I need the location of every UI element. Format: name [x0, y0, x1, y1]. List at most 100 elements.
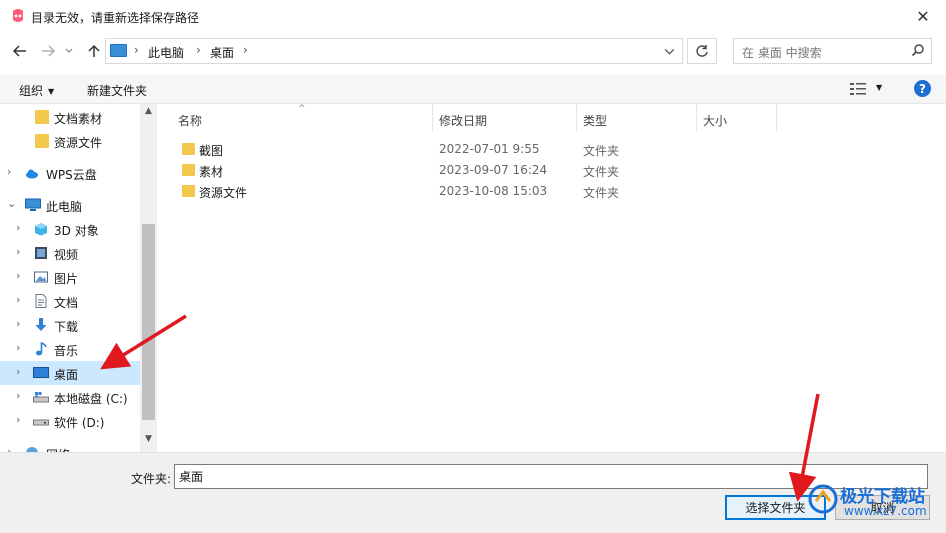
tree-item-label: 文档	[54, 296, 79, 310]
video-icon	[35, 247, 47, 259]
chevron-right-icon[interactable]: ›	[16, 341, 20, 354]
close-icon[interactable]: ✕	[900, 0, 946, 32]
file-name: 素材	[199, 165, 224, 179]
folder-field-label: 文件夹:	[131, 472, 172, 486]
search-input[interactable]: 在 桌面 中搜索	[733, 38, 932, 64]
file-type: 文件夹	[583, 165, 620, 179]
column-divider[interactable]	[776, 104, 777, 132]
breadcrumb-desktop[interactable]: 桌面	[210, 44, 234, 61]
folder-icon	[182, 185, 195, 197]
back-arrow-icon[interactable]	[9, 40, 31, 62]
breadcrumb-separator-icon: ›	[134, 43, 139, 57]
tree-item-wps-cloud[interactable]: › WPS云盘	[0, 161, 140, 185]
navigation-scrollbar[interactable]: ▲ ▼	[140, 104, 157, 452]
tree-item-music[interactable]: › 音乐	[0, 337, 140, 361]
navigation-pane: 文档素材 资源文件 › WPS云盘 ⌄ 此电脑 › 3D 对象 › 视频 › 图…	[0, 104, 158, 452]
tree-item-label: 图片	[54, 272, 79, 286]
drive-c-icon	[33, 392, 49, 403]
folder-icon	[182, 143, 195, 155]
tree-item-resource-files[interactable]: 资源文件	[0, 129, 140, 153]
chevron-right-icon[interactable]: ›	[7, 165, 11, 178]
tree-item-desktop[interactable]: › 桌面	[0, 361, 140, 385]
chevron-right-icon[interactable]: ›	[7, 445, 11, 452]
tree-item-label: 下载	[54, 320, 79, 334]
file-type: 文件夹	[583, 144, 620, 158]
view-options-caret-icon[interactable]: ▼	[876, 83, 882, 92]
tree-item-pictures[interactable]: › 图片	[0, 265, 140, 289]
column-header-size[interactable]: 大小	[703, 112, 727, 129]
column-header-name[interactable]: 名称	[178, 112, 202, 129]
tree-item-label: 资源文件	[54, 136, 103, 150]
file-row[interactable]: 截图 2022-07-01 9:55 文件夹	[174, 139, 634, 160]
desktop-icon	[33, 367, 49, 378]
scroll-down-icon[interactable]: ▼	[140, 434, 157, 450]
recent-locations-chevron-icon[interactable]	[62, 40, 76, 62]
chevron-right-icon[interactable]: ›	[16, 269, 20, 282]
watermark-url: www.xz7.com	[844, 504, 927, 518]
chevron-right-icon[interactable]: ›	[16, 365, 20, 378]
file-row[interactable]: 素材 2023-09-07 16:24 文件夹	[174, 160, 634, 181]
new-folder-button[interactable]: 新建文件夹	[87, 82, 147, 99]
file-type: 文件夹	[583, 186, 620, 200]
file-row[interactable]: 资源文件 2023-10-08 15:03 文件夹	[174, 181, 634, 202]
folder-icon	[35, 134, 49, 148]
tree-item-documents-material[interactable]: 文档素材	[0, 105, 140, 129]
folder-icon	[35, 110, 49, 124]
column-divider[interactable]	[576, 104, 577, 132]
view-options-icon[interactable]	[850, 82, 868, 96]
search-placeholder: 在 桌面 中搜索	[742, 46, 822, 60]
column-divider[interactable]	[696, 104, 697, 132]
search-icon[interactable]	[911, 43, 925, 57]
chevron-down-icon[interactable]: ⌄	[7, 197, 16, 210]
scrollbar-thumb[interactable]	[142, 224, 155, 420]
address-bar[interactable]: › 此电脑 › 桌面 ›	[105, 38, 683, 64]
caret-down-icon: ▼	[48, 87, 55, 96]
tree-item-videos[interactable]: › 视频	[0, 241, 140, 265]
tree-item-downloads[interactable]: › 下载	[0, 313, 140, 337]
forward-arrow-icon[interactable]	[37, 40, 59, 62]
help-icon[interactable]: ?	[914, 80, 931, 97]
tree-item-label: 文档素材	[54, 112, 103, 126]
tree-item-label: 本地磁盘 (C:)	[54, 392, 128, 406]
chevron-right-icon[interactable]: ›	[16, 317, 20, 330]
window-title: 目录无效，请重新选择保存路径	[31, 11, 200, 25]
address-dropdown-chevron-icon[interactable]	[658, 38, 680, 64]
tree-item-software-d[interactable]: › 软件 (D:)	[0, 409, 140, 433]
refresh-icon	[696, 45, 708, 57]
tree-item-this-pc[interactable]: ⌄ 此电脑	[0, 193, 140, 217]
watermark-logo-icon	[808, 484, 838, 514]
watermark: 极光下载站 www.xz7.com	[806, 478, 942, 530]
tree-item-3d-objects[interactable]: › 3D 对象	[0, 217, 140, 241]
chevron-right-icon[interactable]: ›	[16, 413, 20, 426]
chevron-right-icon[interactable]: ›	[16, 245, 20, 258]
title-bar: 目录无效，请重新选择保存路径 ✕	[0, 0, 946, 32]
tree-item-label: 桌面	[54, 368, 79, 382]
pictures-icon	[34, 271, 48, 283]
column-header-modified[interactable]: 修改日期	[439, 112, 487, 129]
refresh-button[interactable]	[687, 38, 717, 64]
tree-item-documents[interactable]: › 文档	[0, 289, 140, 313]
computer-icon	[25, 198, 41, 211]
tree-item-label: 音乐	[54, 344, 79, 358]
command-toolbar: 组织 ▼ 新建文件夹 ▼	[0, 74, 946, 104]
breadcrumb-this-pc[interactable]: 此电脑	[148, 44, 184, 61]
computer-icon	[110, 44, 127, 57]
column-divider[interactable]	[432, 104, 433, 132]
tree-item-label: 3D 对象	[54, 224, 99, 238]
sort-ascending-icon: ^	[298, 104, 306, 114]
chevron-right-icon[interactable]: ›	[16, 389, 20, 402]
tree-item-network[interactable]: › 网络	[0, 441, 140, 452]
chevron-right-icon[interactable]: ›	[16, 293, 20, 306]
chevron-right-icon[interactable]: ›	[16, 221, 20, 234]
file-modified: 2023-10-08 15:03	[439, 184, 548, 198]
breadcrumb-separator-icon[interactable]: ›	[243, 43, 248, 57]
scroll-up-icon[interactable]: ▲	[140, 106, 157, 122]
organize-menu-button[interactable]: 组织 ▼	[19, 82, 54, 99]
column-header-type[interactable]: 类型	[583, 112, 607, 129]
drive-d-icon	[33, 419, 49, 426]
tree-item-local-disk-c[interactable]: › 本地磁盘 (C:)	[0, 385, 140, 409]
app-logo-icon	[13, 9, 23, 22]
up-arrow-icon[interactable]	[83, 40, 105, 62]
cloud-icon	[26, 169, 38, 179]
file-modified: 2022-07-01 9:55	[439, 142, 540, 156]
